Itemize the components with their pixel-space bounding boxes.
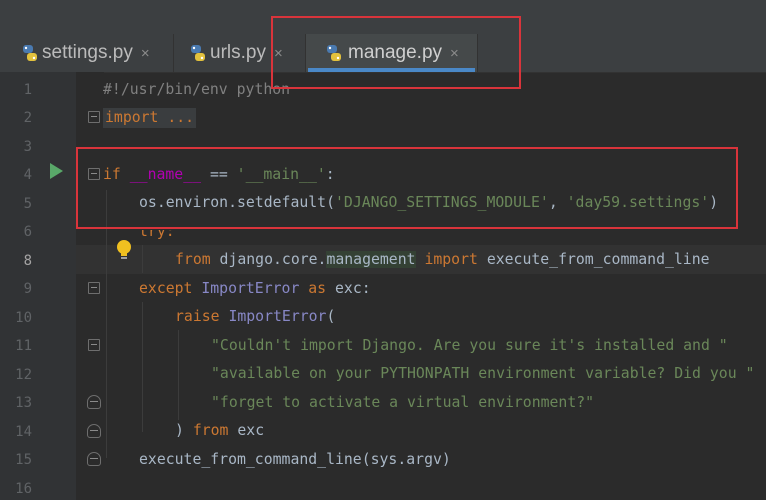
punctuation: ( xyxy=(326,308,336,325)
module-path: django.core. xyxy=(210,251,327,268)
call-expression: execute_from_command_line(sys.argv) xyxy=(139,451,451,468)
tool-window-edge xyxy=(0,72,8,500)
string-literal: "forget to activate a virtual environmen… xyxy=(211,394,595,411)
code-line-11[interactable]: "Couldn't import Django. Are you sure it… xyxy=(211,336,728,356)
builtin-class: ImportError xyxy=(192,280,300,297)
string-literal: "Couldn't import Django. Are you sure it… xyxy=(211,337,728,354)
python-file-icon xyxy=(191,45,205,61)
fold-end-icon[interactable] xyxy=(87,452,101,466)
line-number: 1 xyxy=(23,82,32,98)
identifier: exc: xyxy=(326,280,371,297)
indent-guide xyxy=(142,302,143,432)
folded-import: import ... xyxy=(105,109,195,126)
lightbulb-icon[interactable] xyxy=(116,239,132,261)
python-file-icon xyxy=(23,45,37,61)
keyword: except xyxy=(139,280,193,297)
line-number: 4 xyxy=(23,167,32,183)
string-literal: "available on your PYTHONPATH environmen… xyxy=(211,365,755,382)
code-line-1[interactable]: #!/usr/bin/env python xyxy=(103,80,290,100)
code-line-15[interactable]: execute_from_command_line(sys.argv) xyxy=(139,450,451,470)
line-number: 11 xyxy=(15,338,32,354)
fold-icon[interactable] xyxy=(88,339,100,351)
tab-label: urls.py xyxy=(210,42,266,63)
code-line-13[interactable]: "forget to activate a virtual environmen… xyxy=(211,393,594,413)
tab-settings-py[interactable]: settings.py × xyxy=(20,34,174,72)
line-number: 3 xyxy=(23,139,32,155)
imported-name: execute_from_command_line xyxy=(477,251,710,268)
line-number: 13 xyxy=(15,395,32,411)
indent-guide xyxy=(142,245,143,273)
run-arrow-icon[interactable] xyxy=(50,163,63,179)
code-line-2-folded-import[interactable]: import ... xyxy=(103,108,197,128)
line-number: 2 xyxy=(23,110,32,126)
indent-guide xyxy=(178,330,179,420)
line-number: 14 xyxy=(15,424,32,440)
tab-label: settings.py xyxy=(42,42,133,63)
keyword: import xyxy=(415,251,478,268)
line-number-current: 8 xyxy=(23,253,32,269)
code-line-12[interactable]: "available on your PYTHONPATH environmen… xyxy=(211,364,754,384)
code-line-9[interactable]: except ImportError as exc: xyxy=(139,279,371,299)
fold-end-icon[interactable] xyxy=(87,424,101,438)
identifier: exc xyxy=(228,422,265,439)
close-icon[interactable]: × xyxy=(141,45,150,62)
keyword: from xyxy=(192,422,229,439)
line-number: 12 xyxy=(15,367,32,383)
indent-guide xyxy=(106,190,107,458)
keyword: raise xyxy=(175,308,220,325)
code-line-14[interactable]: ) from exc xyxy=(175,421,264,441)
line-number: 6 xyxy=(23,224,32,240)
keyword: from xyxy=(175,251,211,268)
fold-icon[interactable] xyxy=(88,282,100,294)
code-line-10[interactable]: raise ImportError( xyxy=(175,307,335,327)
fold-end-icon[interactable] xyxy=(87,395,101,409)
builtin-class: ImportError xyxy=(219,308,327,325)
line-number: 16 xyxy=(15,481,32,497)
line-number: 9 xyxy=(23,281,32,297)
shebang-comment: #!/usr/bin/env python xyxy=(103,81,291,98)
annotation-box-main-block xyxy=(76,147,738,229)
line-number: 10 xyxy=(15,310,32,326)
line-number: 5 xyxy=(23,196,32,212)
keyword: as xyxy=(299,280,327,297)
annotation-box-manage-tab xyxy=(271,16,521,89)
module-name-highlighted: management xyxy=(326,251,416,268)
line-number: 15 xyxy=(15,452,32,468)
code-line-8[interactable]: from django.core.management import execu… xyxy=(175,250,710,270)
fold-icon[interactable] xyxy=(88,111,100,123)
punctuation: ) xyxy=(175,422,193,439)
